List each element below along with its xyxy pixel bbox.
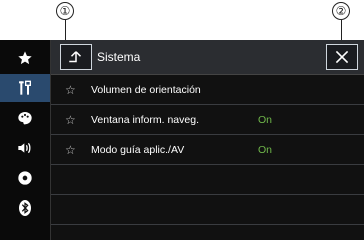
palette-icon — [18, 112, 32, 125]
page-title: Sistema — [97, 50, 141, 64]
list-item-value: On — [258, 113, 273, 126]
list-item-empty — [51, 165, 364, 195]
sidebar-item-favorites[interactable] — [0, 44, 50, 72]
list-item[interactable]: ☆ Ventana inform. naveg. On — [51, 105, 364, 135]
callout-1-line — [65, 20, 66, 41]
callout-2-line — [341, 20, 342, 41]
list-item-label: Ventana inform. naveg. — [91, 113, 199, 126]
speaker-icon — [18, 142, 31, 154]
sidebar-item-settings[interactable] — [0, 74, 50, 102]
bluetooth-icon — [19, 200, 31, 216]
sidebar-item-av-source[interactable] — [0, 164, 50, 192]
sidebar-item-audio[interactable] — [0, 134, 50, 162]
close-icon — [335, 50, 349, 64]
back-arrow-icon — [69, 51, 82, 63]
list-item-empty — [51, 195, 364, 225]
sidebar-item-theme[interactable] — [0, 104, 50, 132]
star-icon — [18, 51, 32, 65]
disc-icon — [18, 171, 32, 185]
favorite-star-icon[interactable]: ☆ — [65, 83, 79, 97]
list-item-value: On — [258, 143, 273, 156]
list-item-label: Modo guía aplic./AV — [91, 143, 185, 156]
list-item[interactable]: ☆ Volumen de orientación — [51, 75, 364, 105]
sidebar-item-bluetooth[interactable] — [0, 194, 50, 222]
favorite-star-icon[interactable]: ☆ — [65, 143, 79, 157]
device-screen: Sistema ☆ Volumen de orientación ☆ Venta… — [0, 40, 364, 240]
callout-1: ① — [56, 2, 74, 20]
callout-2: ② — [332, 2, 350, 20]
header-bar: Sistema — [51, 40, 364, 75]
list-item[interactable]: ☆ Modo guía aplic./AV On — [51, 135, 364, 165]
tools-icon — [19, 80, 31, 95]
close-button[interactable] — [326, 44, 358, 70]
list-item-label: Volumen de orientación — [91, 83, 201, 96]
sidebar — [0, 40, 51, 240]
favorite-star-icon[interactable]: ☆ — [65, 113, 79, 127]
settings-list: ☆ Volumen de orientación ☆ Ventana infor… — [51, 75, 364, 225]
back-button[interactable] — [60, 44, 92, 70]
